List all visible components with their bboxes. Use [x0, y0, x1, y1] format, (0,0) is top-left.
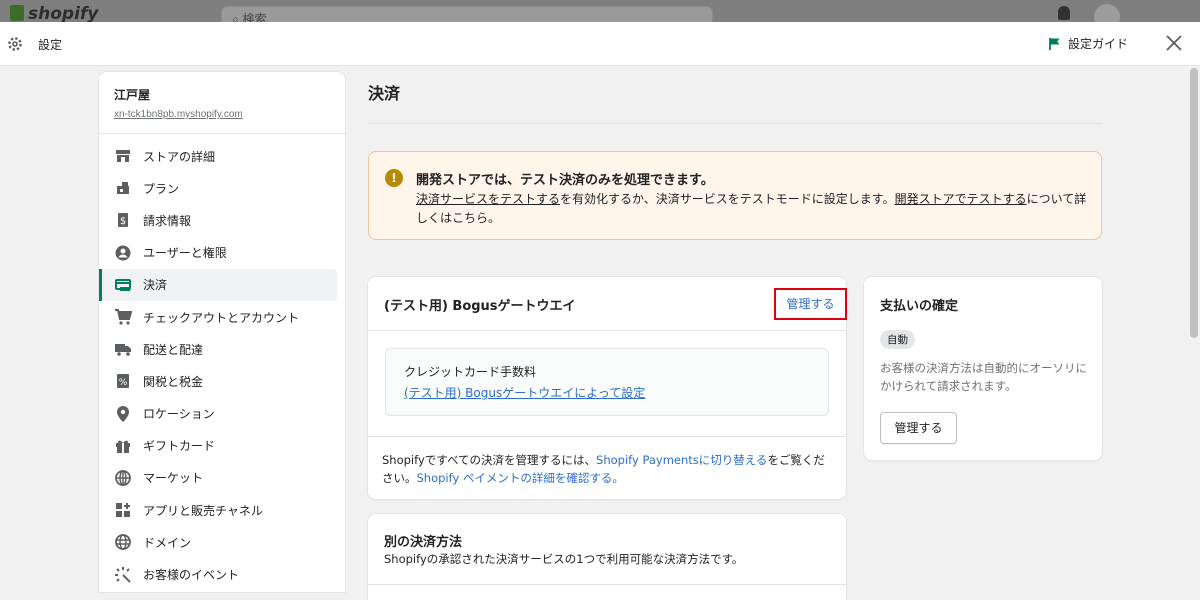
bogus-gateway-card: (テスト用) Bogusゲートウエイ 管理する クレジットカード手数料 (テスト…	[368, 277, 847, 499]
dev-store-warning-banner: ! 開発ストアでは、テスト決済のみを処理できます。 決済サービスをテストするを有…	[368, 151, 1102, 240]
capture-title: 支払いの確定	[880, 299, 959, 314]
svg-text:%: %	[119, 378, 128, 388]
capture-description: お客様の決済方法は自動的にオーソリにかけられて請求されます。	[880, 361, 1087, 393]
billing-icon: $	[113, 210, 133, 230]
shopify-bag-icon	[10, 5, 24, 21]
apps-icon	[113, 500, 133, 520]
gear-icon	[8, 37, 22, 51]
sidebar-item-payments[interactable]: 決済	[99, 268, 337, 302]
setup-guide-label: 設定ガイド	[1068, 37, 1129, 51]
sidebar-item-customer-events[interactable]: お客様のイベント	[99, 558, 345, 590]
admin-topbar-backdrop: shopify ⌕ 検索	[0, 0, 1200, 22]
sidebar-item-locations[interactable]: ロケーション	[99, 398, 345, 430]
search-placeholder: 検索	[242, 12, 267, 22]
capture-manage-button[interactable]: 管理する	[880, 412, 957, 444]
title-divider	[368, 123, 1102, 124]
store-url[interactable]: xn-tck1bn8pb.myshopify.com	[114, 109, 330, 120]
status-badge: 自動	[880, 330, 915, 349]
domain-icon	[113, 532, 133, 552]
sidebar-item-label: ギフトカード	[143, 439, 216, 454]
gateway-title: (テスト用) Bogusゲートウエイ	[384, 299, 576, 314]
tax-icon: %	[113, 371, 133, 391]
store-icon	[113, 146, 133, 166]
sidebar-item-label: ユーザーと権限	[143, 246, 227, 261]
sidebar-item-label: ロケーション	[143, 407, 215, 422]
sidebar-item-label: チェックアウトとアカウント	[143, 310, 300, 325]
bell-icon	[1058, 6, 1070, 20]
settings-nav: ストアの詳細 プラン $ 請求情報 ユーザーと権限 決済 チェックアウトとアカウ…	[99, 134, 345, 591]
switch-to-shopify-payments-link[interactable]: Shopify Paymentsに切り替える	[596, 453, 767, 467]
location-icon	[113, 404, 133, 424]
plan-icon	[113, 178, 133, 198]
banner-text-part1: を有効化するか、決済サービスをテストモードに設定します。	[560, 192, 895, 206]
payment-icon	[113, 275, 133, 295]
banner-text: 決済サービスをテストするを有効化するか、決済サービスをテストモードに設定します。…	[416, 190, 1088, 228]
sidebar-item-users[interactable]: ユーザーと権限	[99, 237, 345, 269]
modal-title: 設定	[38, 38, 63, 52]
gift-icon	[113, 436, 133, 456]
events-icon	[113, 565, 133, 585]
sidebar-item-markets[interactable]: マーケット	[99, 462, 345, 494]
sidebar-item-label: 配送と配達	[143, 342, 204, 357]
gateway-manage-link[interactable]: 管理する	[774, 288, 847, 320]
sidebar-item-gift-cards[interactable]: ギフトカード	[99, 430, 345, 462]
banner-title: 開発ストアでは、テスト決済のみを処理できます。	[416, 173, 714, 188]
alt-payments-title: 別の決済方法	[384, 535, 463, 550]
store-name: 江戸屋	[114, 88, 151, 102]
sidebar-item-domains[interactable]: ドメイン	[99, 526, 345, 558]
sidebar-item-label: マーケット	[143, 471, 204, 486]
sidebar-item-label: アプリと販売チャネル	[143, 503, 263, 518]
page-title: 決済	[368, 84, 401, 103]
fee-label: クレジットカード手数料	[404, 365, 537, 379]
sidebar-item-label: プラン	[143, 181, 180, 196]
sidebar-item-shipping[interactable]: 配送と配達	[99, 333, 345, 365]
alt-payments-subtitle: Shopifyの承認された決済サービスの1つで利用可能な決済方法です。	[384, 552, 744, 566]
cart-icon	[113, 307, 133, 327]
sidebar-item-taxes[interactable]: % 関税と税金	[99, 365, 345, 397]
fee-source-link[interactable]: (テスト用) Bogusゲートウエイによって設定	[404, 384, 810, 401]
sidebar-item-label: 関税と税金	[143, 374, 204, 389]
gateway-card-header: (テスト用) Bogusゲートウエイ 管理する	[368, 277, 847, 331]
setup-guide-button[interactable]: 設定ガイド	[1048, 35, 1128, 52]
shopify-payments-details-link[interactable]: Shopify ペイメントの詳細を確認する。	[417, 471, 624, 485]
user-icon	[113, 243, 133, 263]
settings-sidebar: 江戸屋 xn-tck1bn8pb.myshopify.com ストアの詳細 プラ…	[99, 72, 345, 592]
logo-text: shopify	[28, 4, 99, 22]
warning-icon: !	[385, 169, 403, 187]
credit-card-fee-box: クレジットカード手数料 (テスト用) Bogusゲートウエイによって設定	[385, 348, 829, 416]
store-info: 江戸屋 xn-tck1bn8pb.myshopify.com	[99, 72, 345, 134]
sidebar-item-plan[interactable]: プラン	[99, 172, 345, 204]
alternative-payments-card: 別の決済方法 Shopifyの承認された決済サービスの1つで利用可能な決済方法で…	[368, 514, 846, 600]
close-icon[interactable]	[1164, 33, 1184, 53]
gateway-card-footer: Shopifyですべての決済を管理するには、Shopify Paymentsに切…	[368, 436, 846, 487]
svg-text:$: $	[120, 216, 126, 227]
truck-icon	[113, 339, 133, 359]
globe-icon	[113, 468, 133, 488]
alt-card-divider	[368, 584, 846, 585]
sidebar-item-apps[interactable]: アプリと販売チャネル	[99, 494, 345, 526]
admin-search-input: ⌕ 検索	[221, 6, 713, 22]
flag-icon	[1049, 37, 1060, 50]
sidebar-item-label: ドメイン	[143, 535, 192, 550]
shopify-logo: shopify	[10, 4, 98, 22]
avatar	[1094, 4, 1120, 22]
test-payment-provider-link[interactable]: 決済サービスをテストする	[416, 192, 560, 206]
sidebar-item-checkout[interactable]: チェックアウトとアカウント	[99, 301, 345, 333]
test-in-dev-store-link[interactable]: 開発ストアでテストする	[895, 192, 1027, 206]
sidebar-item-label: お客様のイベント	[143, 568, 240, 583]
scrollbar-thumb[interactable]	[1190, 68, 1198, 338]
sidebar-item-label: 請求情報	[143, 213, 192, 228]
sidebar-item-store-details[interactable]: ストアの詳細	[99, 140, 345, 172]
payment-capture-card: 支払いの確定 自動 お客様の決済方法は自動的にオーソリにかけられて請求されます。…	[864, 277, 1102, 460]
modal-header: 設定 設定ガイド	[0, 22, 1200, 66]
sidebar-item-label: ストアの詳細	[143, 149, 216, 164]
sidebar-item-label: 決済	[143, 278, 168, 293]
footer-text-part1: Shopifyですべての決済を管理するには、	[382, 453, 597, 467]
sidebar-item-billing[interactable]: $ 請求情報	[99, 204, 345, 236]
scrollbar[interactable]	[1187, 66, 1200, 600]
